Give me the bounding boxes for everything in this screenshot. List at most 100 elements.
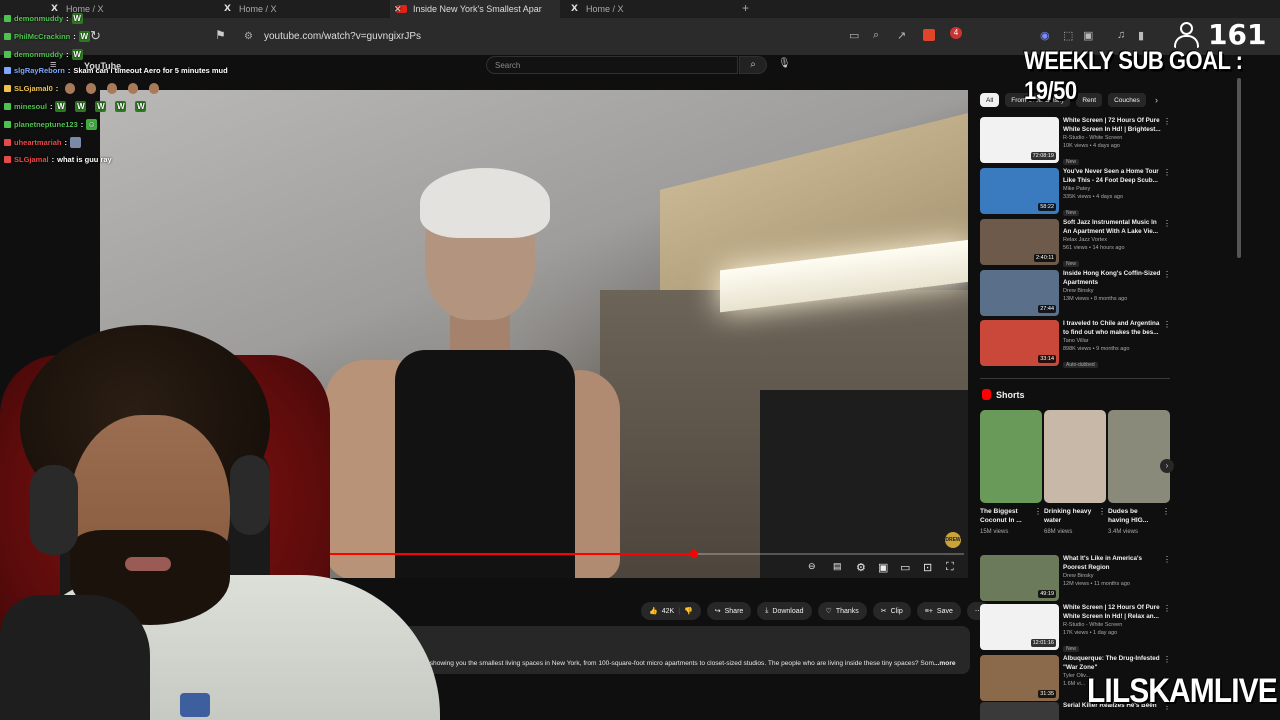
video-duration: 31:35 [1038, 690, 1056, 698]
close-tab-icon[interactable]: ✕ [394, 4, 552, 15]
chip-all[interactable]: All [980, 93, 1000, 107]
more-options-icon[interactable]: ⋮ [1163, 168, 1171, 177]
more-options-icon[interactable]: ⋮ [1162, 507, 1170, 516]
video-thumbnail[interactable]: 27:44 [980, 270, 1059, 316]
extensions-icon[interactable]: ⬚ [1063, 29, 1073, 42]
video-channel[interactable]: Mike Patey [1063, 185, 1163, 193]
more-options-icon[interactable]: ⋮ [1163, 555, 1171, 564]
more-options-icon[interactable]: ⋮ [1163, 270, 1171, 279]
more-options-icon[interactable]: ⋮ [1163, 219, 1171, 228]
more-options-icon[interactable]: ⋮ [1163, 604, 1171, 613]
share-page-icon[interactable]: ↗ [897, 29, 906, 42]
rewards-icon[interactable]: 4 [950, 27, 962, 39]
miniplayer-icon[interactable]: ▣ [878, 561, 888, 574]
recommended-video[interactable]: 2:40:11 Soft Jazz Instrumental Music In A… [980, 219, 1171, 267]
cast-video-icon[interactable]: ⊡ [923, 561, 932, 574]
video-thumbnail[interactable]: 58:22 [980, 168, 1059, 214]
new-tab-button[interactable]: + [742, 1, 749, 15]
video-title[interactable]: Soft Jazz Instrumental Music In An Apart… [1063, 219, 1163, 236]
description-more-link[interactable]: ...more [934, 660, 956, 667]
more-options-icon[interactable]: ⋮ [1163, 117, 1171, 126]
video-thumbnail[interactable] [980, 702, 1059, 720]
shorts-next-icon[interactable]: › [1160, 459, 1174, 473]
video-title[interactable]: I traveled to Chile and Argentina to fin… [1063, 320, 1163, 337]
chat-separator: : [64, 138, 68, 147]
video-duration: 27:44 [1038, 305, 1056, 313]
autoplay-toggle[interactable]: ⊖ [808, 561, 816, 572]
chat-username[interactable]: slgRayReborn [14, 66, 65, 75]
video-channel[interactable]: Drew Binsky [1063, 572, 1163, 580]
video-title[interactable]: White Screen | 12 Hours Of Pure White Sc… [1063, 604, 1163, 621]
short-title[interactable]: Dudes be having HIG... [1108, 507, 1160, 525]
video-title[interactable]: You've Never Seen a Home Tour Like This … [1063, 168, 1163, 185]
wallet-icon[interactable]: ▣ [1083, 29, 1093, 42]
tab-home-x-3[interactable]: X Home / X [565, 0, 735, 18]
short-title[interactable]: The Biggest Coconut In ... [980, 507, 1032, 525]
thumbs-down-icon[interactable]: 👎 [684, 607, 693, 615]
chat-username[interactable]: demonmuddy [14, 50, 63, 59]
video-channel[interactable]: Drew Binsky [1063, 287, 1163, 295]
recommended-video[interactable]: 58:22 You've Never Seen a Home Tour Like … [980, 168, 1171, 216]
video-thumbnail[interactable]: 49:19 [980, 555, 1059, 601]
video-thumbnail[interactable]: 12:01:16 [980, 604, 1059, 650]
fullscreen-icon[interactable]: ⛶ [946, 561, 954, 574]
short-title[interactable]: Drinking heavy water [1044, 507, 1096, 525]
music-icon[interactable]: ♫ [1117, 29, 1125, 41]
video-title[interactable]: What It's Like in America's Poorest Regi… [1063, 555, 1163, 572]
video-thumbnail[interactable]: 33:14 [980, 320, 1059, 366]
recommended-video[interactable]: 49:19 What It's Like in America's Poorest… [980, 555, 1171, 601]
save-button[interactable]: ≡+ Save [916, 602, 961, 620]
like-count: 42K [661, 607, 675, 615]
video-thumbnail[interactable]: 2:40:11 [980, 219, 1059, 265]
clip-button[interactable]: ✂ Clip [872, 602, 911, 620]
recommended-video[interactable]: 33:14 I traveled to Chile and Argentina t… [980, 320, 1171, 368]
settings-icon[interactable]: ⚙ [856, 561, 866, 574]
thanks-button[interactable]: ♡ Thanks [817, 602, 867, 620]
recommended-video[interactable]: 12:01:16 White Screen | 12 Hours Of Pure … [980, 604, 1171, 652]
chat-username[interactable]: minesoul [14, 102, 47, 111]
recommended-video[interactable]: 72:08:19 White Screen | 72 Hours Of Pure … [980, 117, 1171, 165]
more-options-icon[interactable]: ⋮ [1034, 507, 1042, 516]
video-title[interactable]: Inside Hong Kong's Coffin-Sized Apartmen… [1063, 270, 1163, 287]
video-thumbnail[interactable]: 72:08:19 [980, 117, 1059, 163]
short-thumbnail[interactable] [980, 410, 1042, 503]
download-button[interactable]: ⤓ Download [757, 602, 812, 620]
more-options-icon[interactable]: ⋮ [1163, 320, 1171, 329]
url-field[interactable]: youtube.com/watch?v=guvngixrJPs [264, 31, 421, 42]
chat-username[interactable]: uheartmariah [14, 138, 62, 147]
leo-icon[interactable]: ◉ [1040, 29, 1050, 42]
video-channel[interactable]: R-Studio - White Screen [1063, 621, 1163, 629]
save-label: Save [936, 607, 953, 615]
video-title[interactable]: Albuquerque: The Drug-Infested "War Zone… [1063, 655, 1163, 672]
short-thumbnail[interactable] [1108, 410, 1170, 503]
chat-username[interactable]: planetneptune123 [14, 120, 78, 129]
zoom-icon[interactable]: ⌕ [873, 29, 879, 42]
recommended-video[interactable]: 27:44 Inside Hong Kong's Coffin-Sized Apa… [980, 270, 1171, 316]
chat-username[interactable]: SLGjamal [14, 155, 49, 164]
chat-username[interactable]: SLGjamal0 [14, 84, 53, 93]
more-options-icon[interactable]: ⋮ [1163, 655, 1171, 664]
share-button[interactable]: ↪ Share [706, 602, 752, 620]
theater-mode-icon[interactable]: ▭ [900, 561, 910, 574]
video-scrubber-handle[interactable] [689, 550, 698, 558]
chat-username[interactable]: PhilMcCrackinn [14, 32, 70, 41]
short-thumbnail[interactable] [1044, 410, 1106, 503]
microphone-icon[interactable]: 🎙 [778, 58, 791, 69]
like-button[interactable]: 👍 42K | 👎 [641, 602, 701, 620]
video-channel[interactable]: R-Studio - White Screen [1063, 134, 1163, 142]
brave-shield-icon[interactable] [923, 29, 935, 41]
captions-icon[interactable]: ▤ [833, 561, 842, 572]
sidebar-icon[interactable]: ▮ [1138, 29, 1144, 42]
video-channel[interactable]: Relax Jazz Vortex [1063, 236, 1163, 244]
tab-youtube-active[interactable]: Inside New York's Smallest Apar ✕ [390, 0, 560, 18]
search-input[interactable]: Search [486, 56, 738, 74]
chat-username[interactable]: demonmuddy [14, 14, 63, 23]
video-badge: New [1063, 646, 1080, 652]
more-options-icon[interactable]: ⋮ [1098, 507, 1106, 516]
cast-icon[interactable]: ▭ [849, 29, 859, 42]
video-thumbnail[interactable]: 31:35 [980, 655, 1059, 701]
video-title[interactable]: White Screen | 72 Hours Of Pure White Sc… [1063, 117, 1163, 134]
video-channel[interactable]: Tano Villar [1063, 337, 1163, 345]
short-views: 15M views [980, 529, 1009, 535]
search-button[interactable]: ⌕ [739, 56, 767, 74]
